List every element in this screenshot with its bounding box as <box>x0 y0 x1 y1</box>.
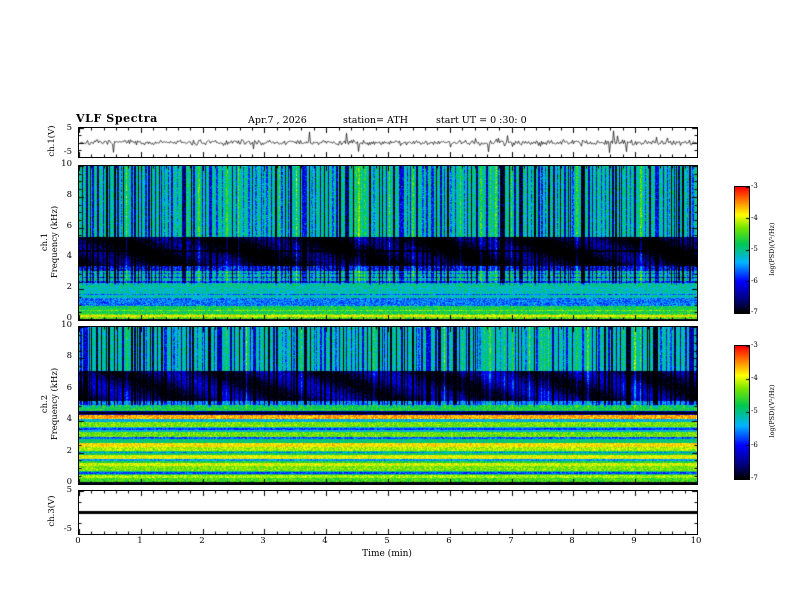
cbar2-tick: -4 <box>751 374 758 382</box>
spec1-ytick: 10 <box>61 159 72 169</box>
colorbar-1 <box>734 186 750 314</box>
xtick: 3 <box>260 536 266 546</box>
ch3-wave-ylabel: ch.3(V) <box>47 495 57 527</box>
cbar1-label: log(PSD)(V²/Hz) <box>768 222 776 276</box>
xtick: 10 <box>690 536 702 546</box>
xtick: 5 <box>384 536 390 546</box>
date-label: Apr.7 , 2026 <box>248 115 307 126</box>
cbar1-tick: -7 <box>751 308 758 316</box>
spec1-ytick: 6 <box>66 221 72 231</box>
cbar2-tick: -7 <box>751 474 758 482</box>
spec1-ytick: 8 <box>66 190 72 200</box>
xtick: 4 <box>322 536 328 546</box>
spec2-ytick: 0 <box>66 477 72 487</box>
spec2-ytick: 10 <box>61 320 72 330</box>
ch1-spec-ylabel: ch.1 Frequency (kHz) <box>40 206 60 278</box>
xtick: 8 <box>569 536 575 546</box>
spec2-ytick: 8 <box>66 351 72 361</box>
ch1-waveform-plot <box>78 127 698 158</box>
cbar2-tick: -5 <box>751 407 758 415</box>
cbar2-label: log(PSD)(V²/Hz) <box>768 384 776 438</box>
ch1-wave-ymax: 5 <box>66 123 72 133</box>
start-ut-label: start UT = 0 :30: 0 <box>436 115 527 126</box>
ch1-spec-channel: ch.1 <box>40 232 50 252</box>
xtick: 0 <box>75 536 81 546</box>
ch2-spec-channel: ch.2 <box>40 394 50 414</box>
page-title: VLF Spectra <box>76 112 158 125</box>
ch1-spec-axis: Frequency (kHz) <box>50 205 60 279</box>
spec2-ytick: 6 <box>66 383 72 393</box>
vlf-spectra-figure: VLF Spectra Apr.7 , 2026 station= ATH st… <box>0 0 792 612</box>
ch2-spec-axis: Frequency (kHz) <box>50 367 60 441</box>
ch3-waveform-plot <box>78 490 698 535</box>
cbar1-tick: -5 <box>751 245 758 253</box>
spec2-ytick: 4 <box>66 414 72 424</box>
spec2-ytick: 2 <box>66 446 72 456</box>
xtick: 6 <box>446 536 452 546</box>
xtick: 9 <box>631 536 637 546</box>
ch1-wave-ymin: -5 <box>63 147 72 157</box>
xaxis-title: Time (min) <box>362 549 412 559</box>
station-label: station= ATH <box>343 115 408 126</box>
cbar2-tick: -6 <box>751 441 758 449</box>
ch2-spec-ylabel: ch.2 Frequency (kHz) <box>40 368 60 440</box>
xtick: 2 <box>199 536 205 546</box>
cbar1-tick: -4 <box>751 214 758 222</box>
ch1-spectrogram <box>78 165 698 321</box>
cbar1-tick: -3 <box>751 182 758 190</box>
spec1-ytick: 4 <box>66 251 72 261</box>
spec1-ytick: 2 <box>66 282 72 292</box>
ch2-spectrogram <box>78 326 698 485</box>
colorbar-2 <box>734 345 750 480</box>
xtick: 7 <box>508 536 514 546</box>
xtick: 1 <box>137 536 143 546</box>
cbar1-tick: -6 <box>751 277 758 285</box>
cbar2-tick: -3 <box>751 341 758 349</box>
ch3-wave-ymin: -5 <box>63 524 72 534</box>
